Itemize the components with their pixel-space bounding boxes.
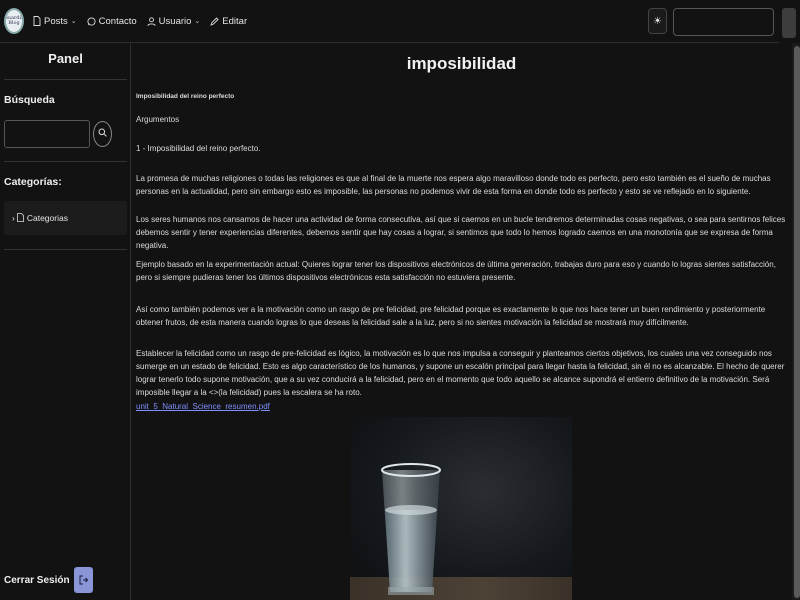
chevron-down-icon: ⌄ bbox=[70, 18, 77, 25]
categories-label: Categorías: bbox=[4, 176, 62, 188]
search-label: Búsqueda bbox=[4, 94, 55, 106]
sidebar-search-button[interactable] bbox=[93, 121, 112, 147]
chevron-right-icon: › bbox=[12, 213, 15, 223]
chevron-down-icon: ⌄ bbox=[194, 18, 201, 25]
nav-editar-label: Editar bbox=[222, 15, 248, 27]
search-icon bbox=[98, 128, 107, 140]
theme-toggle-button[interactable]: ☀ bbox=[648, 8, 667, 34]
divider bbox=[4, 249, 127, 250]
whatsapp-icon bbox=[87, 16, 96, 26]
post-paragraph: Ejemplo basado en la experimentación act… bbox=[136, 260, 776, 282]
nav-usuario-label: Usuario bbox=[158, 15, 192, 27]
logout-icon bbox=[79, 575, 88, 585]
post-image bbox=[350, 417, 572, 600]
post-paragraph: 1 - Imposibilidad del reino perfecto. bbox=[136, 144, 261, 153]
sun-icon: ☀ bbox=[653, 15, 662, 27]
divider bbox=[4, 79, 127, 80]
sidebar-title: Panel bbox=[48, 51, 83, 66]
top-scrollbar-thumb[interactable] bbox=[782, 8, 796, 38]
nav-contacto-label: Contacto bbox=[98, 15, 137, 27]
nav-posts[interactable]: Posts ⌄ bbox=[32, 16, 77, 27]
top-search-input[interactable] bbox=[673, 8, 774, 36]
sidebar-item-categorias[interactable]: › Categorias bbox=[4, 201, 127, 235]
post-paragraph: La promesa de muchas religiones o todas … bbox=[136, 174, 771, 196]
nav-usuario[interactable]: Usuario ⌄ bbox=[147, 15, 201, 27]
post-paragraph: Argumentos bbox=[136, 115, 180, 124]
attachment-link[interactable]: unit_5_Natural_Science_resumen.pdf bbox=[136, 402, 270, 411]
scrollbar-thumb[interactable] bbox=[794, 46, 800, 598]
edit-icon bbox=[210, 16, 219, 26]
nav-posts-label: Posts bbox=[44, 15, 68, 27]
nav-editar[interactable]: Editar bbox=[210, 16, 247, 27]
sidebar: Panel Búsqueda Categorías: › Categorias … bbox=[0, 43, 131, 600]
glass-image bbox=[381, 463, 441, 595]
user-icon bbox=[147, 16, 156, 26]
document-icon bbox=[32, 16, 41, 26]
divider bbox=[4, 161, 127, 162]
post-paragraph: Los seres humanos nos cansamos de hacer … bbox=[136, 215, 786, 250]
logout-button[interactable] bbox=[73, 567, 93, 593]
document-icon bbox=[16, 212, 24, 224]
post-paragraph: Establecer la felicidad como un rasgo de… bbox=[136, 349, 785, 397]
post-paragraph: Así como también podemos ver a la motiva… bbox=[136, 305, 766, 327]
category-label: Categorias bbox=[26, 213, 68, 223]
post-content: imposibilidad Imposibilidad del reino pe… bbox=[131, 43, 792, 600]
post-subtitle: Imposibilidad del reino perfecto bbox=[136, 93, 235, 100]
post-title: imposibilidad bbox=[406, 54, 517, 73]
site-logo[interactable]: Guardia Blog bbox=[4, 8, 24, 34]
logout-label: Cerrar Sesión bbox=[4, 574, 70, 586]
sidebar-search-input[interactable] bbox=[4, 120, 90, 148]
nav-contacto[interactable]: Contacto bbox=[87, 16, 137, 27]
logout-section: Cerrar Sesión bbox=[4, 567, 93, 593]
logo-text: Guardia Blog bbox=[4, 15, 24, 26]
